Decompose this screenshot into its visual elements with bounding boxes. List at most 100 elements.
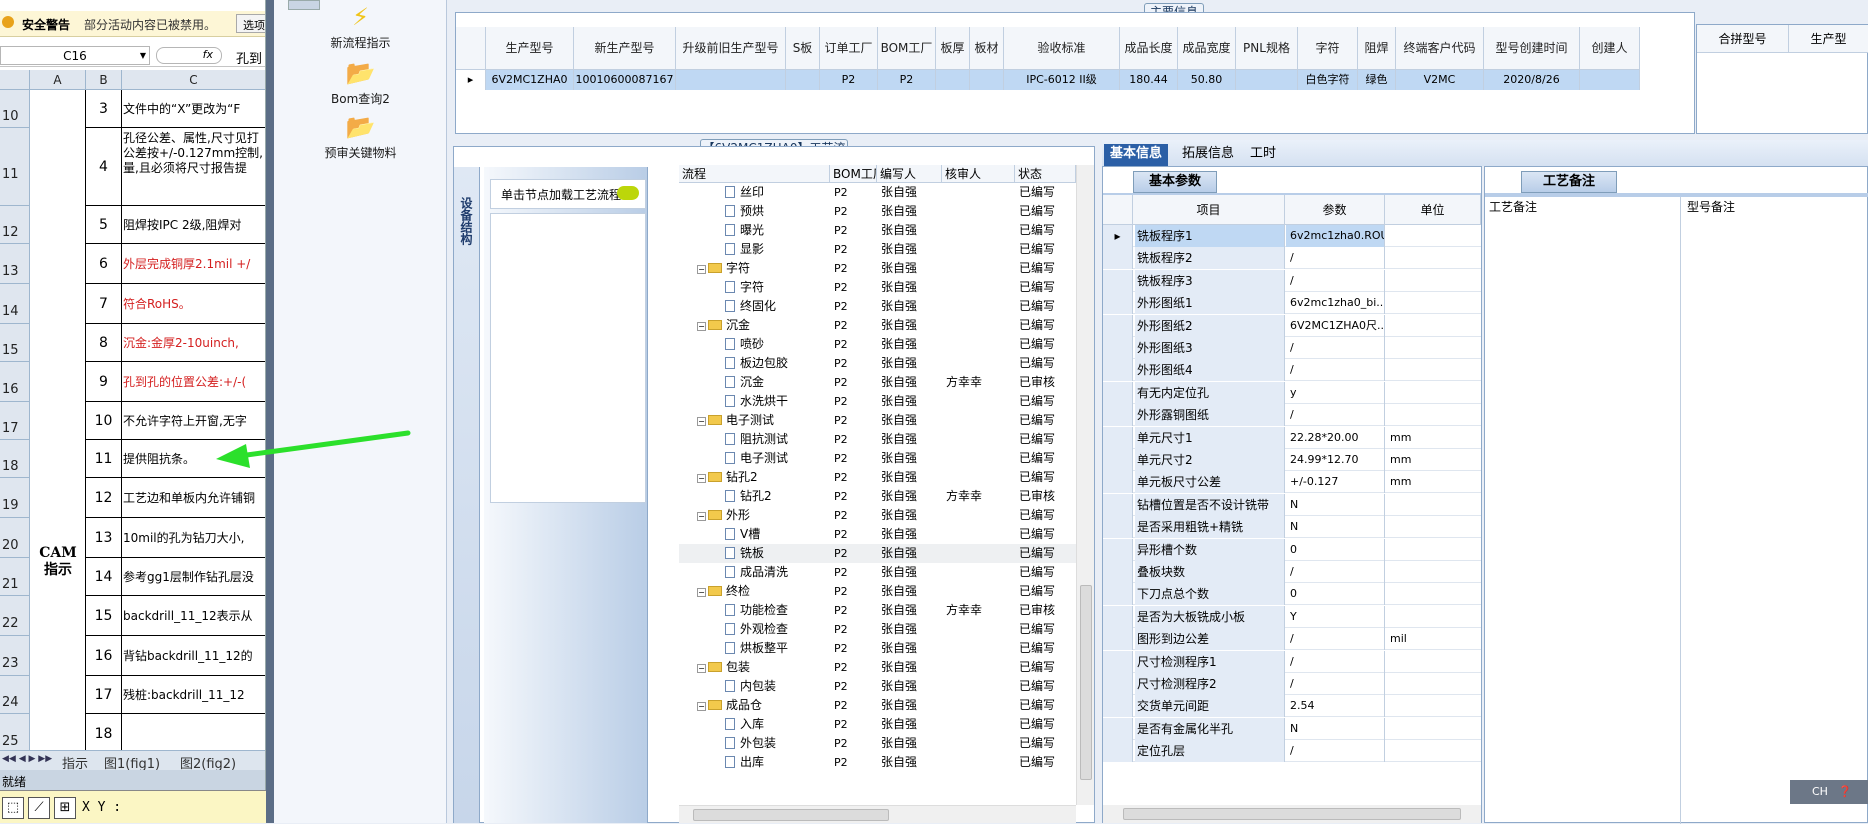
param-value[interactable]: Y	[1286, 605, 1385, 628]
flow-tree-row[interactable]: − 包装 P2 张自强 已编写	[679, 658, 1076, 677]
param-row[interactable]: 铣板程序2/	[1103, 247, 1481, 270]
param-value[interactable]: 24.99*12.70	[1286, 449, 1385, 471]
param-value[interactable]: /	[1286, 673, 1385, 695]
collapse-icon[interactable]: −	[697, 702, 706, 711]
data-cell[interactable]	[786, 70, 820, 90]
launcher-bom-query[interactable]: 📂 Bom查询2	[274, 58, 447, 107]
process-notes-title[interactable]: 工艺备注	[1521, 171, 1617, 193]
row-header[interactable]: 16	[0, 362, 30, 402]
param-value[interactable]: 6v2mc1zha0_bi...	[1286, 292, 1385, 315]
column-header-unit[interactable]: 单位	[1385, 195, 1481, 225]
param-row[interactable]: 外形图纸2 6V2MC1ZHA0尺...	[1103, 314, 1481, 337]
fx-button[interactable]: fx	[156, 47, 222, 64]
data-cell[interactable]: V2MC	[1396, 70, 1484, 90]
flow-tree-row[interactable]: 沉金 P2 张自强 方幸幸 已审核	[679, 373, 1076, 392]
item-number-cell[interactable]: 8	[86, 324, 122, 362]
data-cell[interactable]	[1236, 70, 1298, 90]
param-row[interactable]: 是否有金属化半孔 N	[1103, 717, 1481, 740]
flow-tree-row[interactable]: 铣板 P2 张自强 已编写	[679, 544, 1076, 563]
language-bar[interactable]: CH ❓	[1790, 780, 1868, 804]
help-icon[interactable]: ❓	[1838, 785, 1852, 798]
data-cell[interactable]: 10010600087167	[574, 70, 676, 90]
data-cell[interactable]: 绿色	[1358, 70, 1396, 90]
instruction-cell[interactable]: 外层完成铜厚2.1mil +/	[122, 244, 265, 284]
param-row[interactable]: 外形图纸3/	[1103, 337, 1481, 359]
formula-value[interactable]: 孔到	[236, 48, 262, 67]
param-row[interactable]: 单元尺寸1 22.28*20.00 mm	[1103, 426, 1481, 449]
data-cell[interactable]: IPC-6012 II级	[1004, 70, 1120, 90]
flow-tree-row[interactable]: 电子测试 P2 张自强 已编写	[679, 449, 1076, 468]
param-row[interactable]: 下刀点总个数 0	[1103, 583, 1481, 606]
flow-tree-row[interactable]: − 沉金 P2 张自强 已编写	[679, 316, 1076, 335]
node-hint[interactable]: 单击节点加载工艺流程	[490, 179, 646, 209]
column-header[interactable]: 字符	[1298, 27, 1358, 70]
flow-tree-row[interactable]: 显影 P2 张自强 已编写	[679, 240, 1076, 259]
merge-header[interactable]: 合拼型号	[1697, 25, 1789, 53]
param-value[interactable]: 2.54	[1286, 695, 1385, 718]
instruction-cell[interactable]: 阻焊按IPC 2级,阻焊对	[122, 206, 265, 244]
column-header[interactable]: 订单工厂	[820, 27, 878, 70]
param-row[interactable]: 有无内定位孔 y	[1103, 381, 1481, 404]
flow-vertical-scrollbar[interactable]	[1076, 165, 1094, 805]
flow-tree-row[interactable]: 板边包胶 P2 张自强 已编写	[679, 354, 1076, 373]
collapse-icon[interactable]: −	[697, 265, 706, 274]
data-cell[interactable]	[676, 70, 786, 90]
row-header[interactable]: 12	[0, 206, 30, 244]
param-value[interactable]: 22.28*20.00	[1286, 426, 1385, 449]
instruction-cell[interactable]: 不允许字符上开窗,无字	[122, 402, 265, 440]
param-value[interactable]: /	[1286, 561, 1385, 583]
param-row[interactable]: 尺寸检测程序1/	[1103, 650, 1481, 673]
column-header[interactable]: 成品长度	[1120, 27, 1178, 70]
instruction-cell[interactable]: 文件中的“X”更改为“F	[122, 90, 265, 128]
row-header[interactable]: 10	[0, 90, 30, 128]
tab-basic-info[interactable]: 基本信息	[1104, 144, 1169, 166]
param-row[interactable]: 外形图纸1 6v2mc1zha0_bi...	[1103, 292, 1481, 315]
flow-horizontal-scrollbar[interactable]	[679, 805, 1076, 823]
select-all-corner[interactable]	[0, 70, 30, 90]
param-value[interactable]: y	[1286, 381, 1385, 404]
flow-tree-row[interactable]: − 字符 P2 张自强 已编写	[679, 259, 1076, 278]
tab-extended-info[interactable]: 拓展信息	[1176, 144, 1240, 166]
data-cell[interactable]: 2020/8/26	[1484, 70, 1580, 90]
param-row[interactable]: 交货单元间距 2.54	[1103, 695, 1481, 718]
column-header[interactable]: 成品宽度	[1178, 27, 1236, 70]
item-number-cell[interactable]: 4	[86, 128, 122, 206]
flow-tree-row[interactable]: 喷砂 P2 张自强 已编写	[679, 335, 1076, 354]
flow-tree-row[interactable]: 水洗烘干 P2 张自强 已编写	[679, 392, 1076, 411]
column-header-item[interactable]: 项目	[1133, 195, 1285, 225]
flow-tree-row[interactable]: 钻孔2 P2 张自强 方幸幸 已审核	[679, 487, 1076, 506]
select-tool-icon[interactable]: ⬚	[2, 797, 24, 819]
data-cell[interactable]: P2	[878, 70, 936, 90]
item-number-cell[interactable]: 5	[86, 206, 122, 244]
flow-tree-row[interactable]: − 成品仓 P2 张自强 已编写	[679, 696, 1076, 715]
flow-tree-row[interactable]: 出库 P2 张自强 已编写	[679, 753, 1076, 772]
param-value[interactable]: +/-0.127	[1286, 471, 1385, 494]
column-header[interactable]: 核审人	[942, 165, 1015, 183]
flow-tree-row[interactable]: − 电子测试 P2 张自强 已编写	[679, 411, 1076, 430]
row-header[interactable]: 21	[0, 558, 30, 596]
instruction-cell[interactable]: 提供阻抗条。	[122, 440, 265, 478]
flow-tree-row[interactable]: − 钻孔2 P2 张自强 已编写	[679, 468, 1076, 487]
column-header[interactable]: 状态	[1015, 165, 1076, 183]
flow-tree-row[interactable]: 成品清洗 P2 张自强 已编写	[679, 563, 1076, 582]
flow-tree-row[interactable]: 外包装 P2 张自强 已编写	[679, 734, 1076, 753]
options-button[interactable]: 选项	[236, 14, 265, 33]
collapse-icon[interactable]: −	[697, 322, 706, 331]
flow-tree-row[interactable]: 字符 P2 张自强 已编写	[679, 278, 1076, 297]
basic-params-title[interactable]: 基本参数	[1133, 171, 1217, 193]
column-header[interactable]: 流程	[679, 165, 830, 183]
column-header[interactable]: BOM工厂	[830, 165, 877, 183]
param-value[interactable]: /	[1286, 740, 1385, 763]
cam-merged-cell[interactable]: CAM 指示	[30, 90, 86, 750]
instruction-cell[interactable]: 背钻backdrill_11_12的	[122, 636, 265, 676]
param-value[interactable]: 6v2mc1zha0.ROU	[1286, 225, 1385, 247]
item-number-cell[interactable]: 3	[86, 90, 122, 128]
param-row[interactable]: 是否为大板铣成小板 Y	[1103, 605, 1481, 628]
scroll-thumb[interactable]	[1080, 585, 1092, 780]
param-value[interactable]: /	[1286, 628, 1385, 651]
data-cell[interactable]: 白色字符	[1298, 70, 1358, 90]
flow-tree-row[interactable]: 预烘 P2 张自强 已编写	[679, 202, 1076, 221]
params-horizontal-scrollbar[interactable]	[1103, 805, 1481, 823]
flow-tree-row[interactable]: 外观检查 P2 张自强 已编写	[679, 620, 1076, 639]
param-row[interactable]: 钻槽位置是否不设计铣带 N	[1103, 493, 1481, 516]
